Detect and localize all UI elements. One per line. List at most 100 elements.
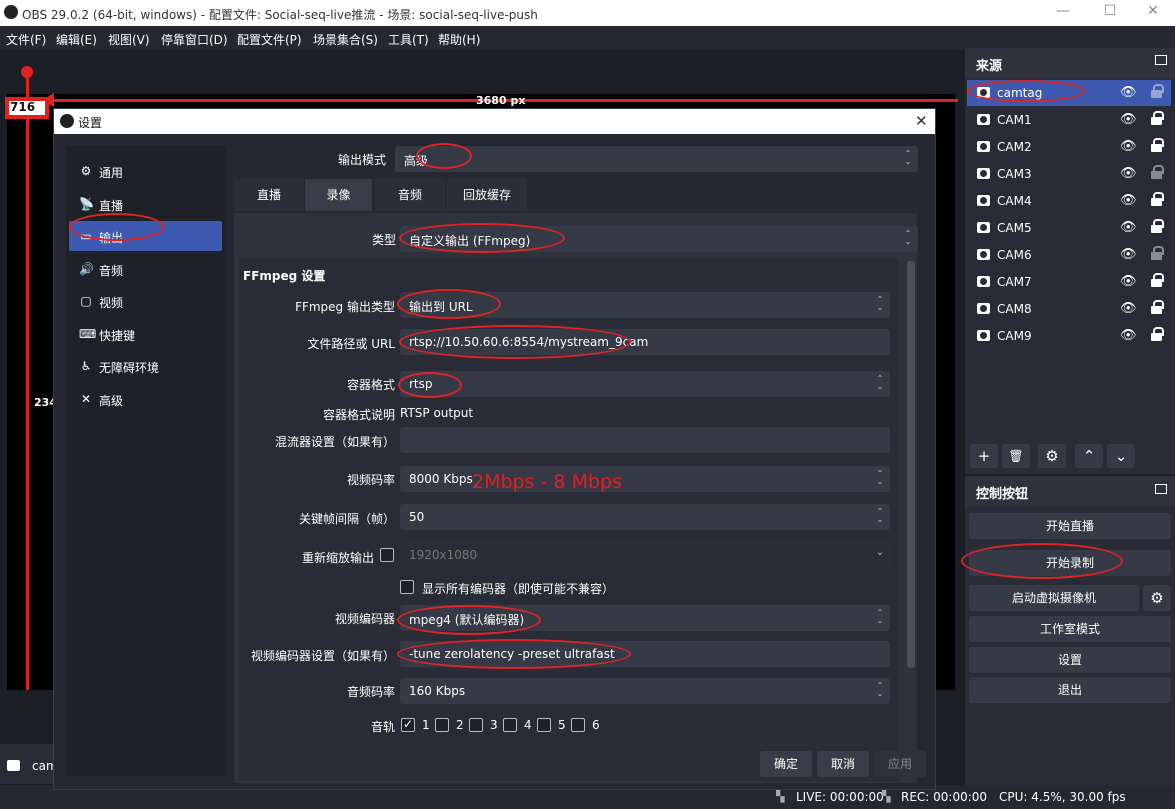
- cpu-fps: CPU: 4.5%, 30.00 fps: [999, 790, 1126, 804]
- eye-icon[interactable]: 👁: [1120, 274, 1137, 289]
- audio-track-checkbox[interactable]: [435, 718, 449, 732]
- source-item[interactable]: CAM5 👁: [967, 215, 1171, 241]
- eye-icon[interactable]: 👁: [1120, 193, 1137, 208]
- settings-nav-audio[interactable]: 🔊 音频: [69, 254, 222, 284]
- move-up-button[interactable]: ⌃: [1075, 444, 1103, 468]
- tab-replay-buffer[interactable]: 回放缓存: [447, 179, 527, 211]
- source-item[interactable]: CAM7 👁: [967, 269, 1171, 295]
- rescale-select[interactable]: 1920x1080 ⌄: [400, 542, 890, 568]
- settings-button[interactable]: 设置: [969, 647, 1171, 673]
- exit-button[interactable]: 退出: [969, 677, 1171, 703]
- menu-docks[interactable]: 停靠窗口(D): [161, 31, 228, 48]
- sources-title: 来源: [976, 59, 1003, 74]
- apply-button[interactable]: 应用: [874, 751, 926, 777]
- eye-icon[interactable]: 👁: [1120, 112, 1137, 127]
- lock-icon[interactable]: [1151, 327, 1164, 341]
- lock-icon[interactable]: [1151, 273, 1164, 287]
- tab-recording[interactable]: 录像: [305, 179, 372, 211]
- output-mode-select[interactable]: 高级 ⌃ ⌄: [395, 146, 918, 172]
- annotation-ellipse: [397, 639, 631, 669]
- studio-mode-button[interactable]: 工作室模式: [969, 616, 1171, 642]
- lock-icon[interactable]: [1151, 219, 1164, 233]
- maximize-button[interactable]: ☐: [1087, 3, 1133, 23]
- source-name: CAM9: [997, 329, 1032, 343]
- lock-icon[interactable]: [1151, 84, 1164, 98]
- source-item[interactable]: CAM4 👁: [967, 188, 1171, 214]
- window-titlebar: OBS 29.0.2 (64-bit, windows) - 配置文件: Soc…: [0, 0, 1175, 26]
- eye-icon[interactable]: 👁: [1120, 166, 1137, 181]
- lock-icon[interactable]: [1151, 138, 1164, 152]
- source-item[interactable]: CAM3 👁: [967, 161, 1171, 187]
- output-mode-label: 输出模式: [337, 153, 386, 167]
- add-source-button[interactable]: +: [970, 444, 998, 468]
- eye-icon[interactable]: 👁: [1120, 301, 1137, 316]
- minimize-button[interactable]: —: [1040, 3, 1086, 23]
- menu-profile[interactable]: 配置文件(P): [237, 31, 302, 48]
- obs-logo-icon: [4, 5, 18, 19]
- close-window-button[interactable]: ✕: [1130, 3, 1175, 23]
- lock-icon[interactable]: [1151, 300, 1164, 314]
- rescale-checkbox[interactable]: [380, 548, 394, 562]
- settings-nav-gear[interactable]: ⚙ 通用: [69, 156, 222, 186]
- muxer-input[interactable]: [400, 427, 890, 453]
- source-item[interactable]: CAM1 👁: [967, 107, 1171, 133]
- start-streaming-button[interactable]: 开始直播: [969, 513, 1171, 539]
- eye-icon[interactable]: 👁: [1120, 139, 1137, 154]
- lock-icon[interactable]: [1151, 111, 1164, 125]
- source-item[interactable]: CAM8 👁: [967, 296, 1171, 322]
- cancel-button[interactable]: 取消: [817, 751, 869, 777]
- audio-track-checkbox[interactable]: [469, 718, 483, 732]
- settings-nav-advanced[interactable]: ✕ 高级: [69, 384, 222, 414]
- source-item[interactable]: CAM2 👁: [967, 134, 1171, 160]
- ok-button[interactable]: 确定: [760, 751, 812, 777]
- show-all-encoders-checkbox[interactable]: [400, 580, 414, 594]
- guide-handle[interactable]: [21, 66, 33, 78]
- settings-nav-accessibility[interactable]: ♿ 无障碍环境: [69, 351, 222, 381]
- annotation-ellipse: [399, 223, 565, 253]
- menu-view[interactable]: 视图(V): [108, 31, 150, 48]
- keyframe-interval-spinbox[interactable]: 50 ⌃ ⌄: [400, 504, 890, 530]
- move-down-button[interactable]: ⌄: [1107, 444, 1135, 468]
- audio-track-checkbox[interactable]: [571, 718, 585, 732]
- settings-nav-keyboard[interactable]: ⌨ 快捷键: [69, 319, 222, 349]
- source-item[interactable]: CAM9 👁: [967, 323, 1171, 349]
- lock-icon[interactable]: [1151, 165, 1164, 179]
- gear-icon: ⚙: [80, 164, 92, 178]
- undock-icon[interactable]: [1155, 484, 1167, 494]
- virtual-camera-settings-icon[interactable]: ⚙: [1143, 585, 1171, 611]
- menu-tools[interactable]: 工具(T): [388, 31, 429, 48]
- audio-track-checkbox[interactable]: [537, 718, 551, 732]
- tab-audio[interactable]: 音频: [375, 179, 445, 211]
- eye-icon[interactable]: 👁: [1120, 85, 1137, 100]
- tab-streaming[interactable]: 直播: [234, 179, 304, 211]
- source-name: CAM3: [997, 167, 1032, 181]
- eye-icon[interactable]: 👁: [1120, 247, 1137, 262]
- eye-icon[interactable]: 👁: [1120, 220, 1137, 235]
- ffmpeg-output-type-label: FFmpeg 输出类型: [295, 300, 395, 314]
- remove-source-button[interactable]: 🗑: [1002, 444, 1030, 468]
- keyboard-icon: ⌨: [79, 326, 97, 341]
- source-item[interactable]: CAM6 👁: [967, 242, 1171, 268]
- menu-edit[interactable]: 编辑(E): [56, 31, 97, 48]
- audio-track-checkbox[interactable]: [503, 718, 517, 732]
- lock-icon[interactable]: [1151, 246, 1164, 260]
- eye-icon[interactable]: 👁: [1120, 328, 1137, 343]
- menu-help[interactable]: 帮助(H): [438, 31, 480, 48]
- video-encoder-label: 视频编码器: [334, 612, 395, 626]
- menu-file[interactable]: 文件(F): [6, 31, 46, 48]
- rescale-label: 重新缩放输出: [301, 551, 374, 565]
- close-icon[interactable]: ✕: [915, 112, 928, 130]
- menu-scene-collection[interactable]: 场景集合(S): [313, 31, 378, 48]
- scrollbar-thumb[interactable]: [907, 261, 915, 668]
- audio-track-checkbox[interactable]: [401, 717, 415, 732]
- audio-bitrate-spinbox[interactable]: 160 Kbps ⌃ ⌄: [400, 678, 890, 704]
- ffmpeg-header: FFmpeg 设置: [243, 269, 326, 283]
- camera-icon: [977, 222, 990, 233]
- record-icon: ▚: [882, 790, 891, 803]
- start-virtual-camera-button[interactable]: 启动虚拟摄像机: [969, 585, 1139, 611]
- source-settings-button[interactable]: ⚙: [1038, 444, 1066, 468]
- undock-icon[interactable]: [1155, 55, 1167, 65]
- container-select[interactable]: rtsp ⌃ ⌄: [400, 371, 890, 397]
- settings-nav-video[interactable]: ▢ 视频: [69, 286, 222, 316]
- lock-icon[interactable]: [1151, 192, 1164, 206]
